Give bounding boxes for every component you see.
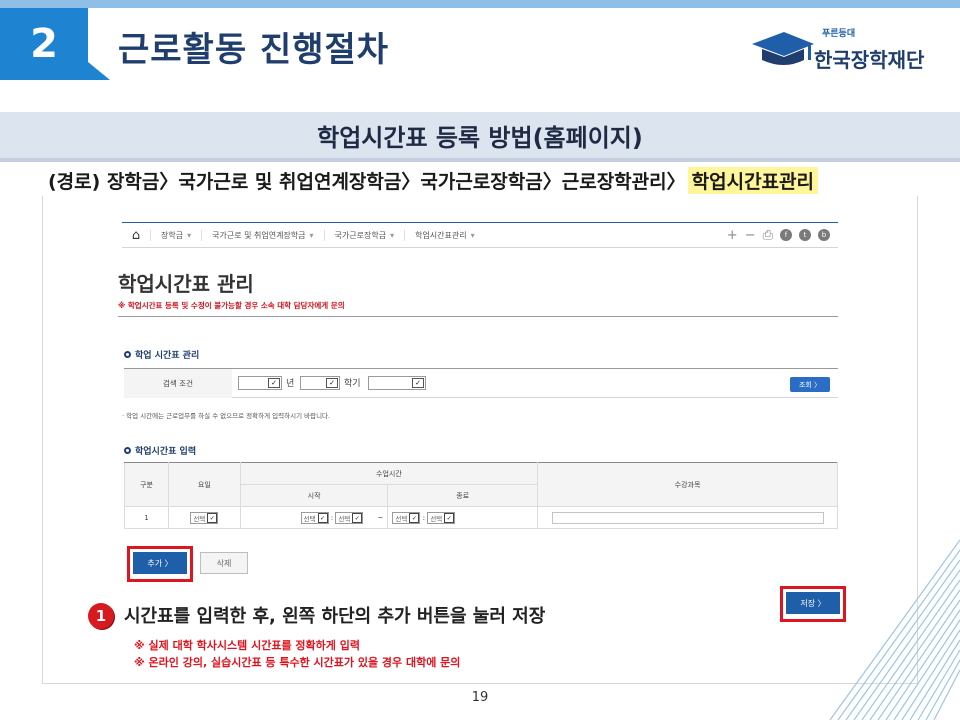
warning-line-2: ※ 온라인 강의, 실습시간표 등 특수한 시간표가 있을 경우 대학에 문의 [134,656,461,669]
top-strip [0,0,960,8]
add-button[interactable]: 추가 〉 [133,552,187,574]
chevron-down-icon: ✓ [444,512,455,523]
home-icon[interactable]: ⌂ [122,228,150,243]
day-select[interactable]: 선택 ✓ [190,511,219,524]
chevron-down-icon: ✓ [268,378,280,388]
course-input[interactable] [551,511,824,524]
header-division: 구분 [124,462,169,507]
search-label: 검색 조건 [124,369,232,398]
nav-crumb-timetable[interactable]: 학업시간표관리 ▾ [404,229,485,241]
zoom-out-icon[interactable]: − [745,228,756,243]
print-icon[interactable]: ⎙ [763,228,773,243]
section-number-notch [88,62,110,80]
diagonal-stripes-decoration [829,539,960,720]
day-cell: 선택 ✓ [167,506,241,529]
step-number-badge: 1 [88,603,114,629]
nav-crumb-work-scholarship[interactable]: 국가근로장학금 ▾ [323,229,405,241]
section-band-shadow [0,158,960,162]
term-select[interactable]: ✓ [300,376,340,390]
menu-path: (경로) 장학금〉국가근로 및 취업연계장학금〉국가근로장학금〉근로장학관리〉 … [48,164,818,196]
header-course: 수강과목 [537,462,838,507]
chevron-down-icon: ✓ [409,512,420,523]
header-start: 시작 [239,484,389,507]
twitter-icon[interactable]: t [799,229,811,241]
page-warning: ※ 학업시간표 등록 및 수정이 불가능할 경우 소속 대학 담당자에게 문의 [118,301,345,310]
kosaf-logo: 푸른등대 한국장학재단 [748,26,938,76]
facebook-icon[interactable]: f [780,229,792,241]
page-number: 19 [471,690,489,705]
heading-divider [118,316,838,317]
entry-section-title: 학업시간표 입력 [124,444,196,457]
term-suffix: 학기 [344,379,361,389]
page-title: 학업시간표 관리 [118,272,254,296]
timetable-table: 구분 요일 수업시간 수강과목 시작 종료 1 선택 ✓ 선택 ✓ : 선택 ✓ ~ … [124,462,838,529]
header-day: 요일 [167,462,241,507]
section-title: 학업시간표 등록 방법(홈페이지) [0,112,960,158]
time-colon: : [422,513,425,522]
year-suffix: 년 [286,379,295,389]
table-row: 1 선택 ✓ 선택 ✓ : 선택 ✓ ~ 선택 ✓ : 선택 ✓ [124,506,838,529]
chevron-down-icon: ▾ [309,230,314,240]
search-conditions: 검색 조건 ✓ 년 ✓ 학기 ✓ 조회 〉 [124,368,838,398]
bullet-ring-icon [124,447,131,454]
course-cell [537,506,838,529]
end-minute-select[interactable]: 선택 ✓ [427,511,456,524]
logo-name: 한국장학재단 [814,48,925,72]
time-tilde: ~ [377,513,384,522]
year-select[interactable]: ✓ [238,376,282,390]
graduation-cap-icon [752,32,814,65]
blog-icon[interactable]: b [818,229,830,241]
chevron-down-icon: ✓ [412,378,424,388]
zoom-in-icon[interactable]: + [727,228,738,243]
header-end: 종료 [387,484,539,507]
chevron-down-icon: ▾ [470,230,475,240]
start-minute-select[interactable]: 선택 ✓ [335,511,364,524]
nav-tools: + − ⎙ f t b [727,228,838,243]
breadcrumb-nav: ⌂ 장학금 ▾ 국가근로 및 취업연계장학금 ▾ 국가근로장학금 ▾ 학업시간표관리 ▾… [122,222,838,248]
nav-crumb-national-work[interactable]: 국가근로 및 취업연계장학금 ▾ [201,229,323,241]
header-class-time: 수업시간 [239,462,539,485]
nav-crumb-scholarship[interactable]: 장학금 ▾ [150,229,201,241]
delete-button[interactable]: 삭제 [200,552,248,574]
section-number: 2 [0,8,88,80]
time-colon: : [330,513,334,522]
slide-title: 근로활동 진행절차 [118,30,390,70]
extra-select[interactable]: ✓ [368,376,426,390]
end-time-cell: 선택 ✓ : 선택 ✓ [387,506,539,529]
chevron-down-icon: ✓ [207,512,218,523]
start-time-cell: 선택 ✓ : 선택 ✓ ~ [239,506,389,529]
menu-path-prefix: (경로) 장학금〉국가근로 및 취업연계장학금〉국가근로장학금〉근로장학관리〉 [48,170,686,193]
chevron-down-icon: ▾ [187,230,192,240]
search-note: · 학업 시간에는 근로업무를 하실 수 없으므로 정확하게 입력하시기 바랍니… [122,412,331,420]
chevron-down-icon: ✓ [326,378,338,388]
menu-path-highlight: 학업시간표관리 [687,166,818,194]
bullet-ring-icon [124,351,131,358]
warning-line-1: ※ 실제 대학 학사시스템 시간표를 정확하게 입력 [134,639,360,652]
lookup-button[interactable]: 조회 〉 [790,377,830,392]
chevron-down-icon: ▾ [390,230,395,240]
start-hour-select[interactable]: 선택 ✓ [300,511,329,524]
search-section-title: 학업 시간표 관리 [124,348,199,361]
chevron-down-icon: ✓ [317,512,328,523]
step-instruction: 시간표를 입력한 후, 왼쪽 하단의 추가 버튼을 눌러 저장 [124,606,546,627]
logo-tagline: 푸른등대 [822,29,856,39]
row-index: 1 [124,506,169,529]
chevron-down-icon: ✓ [352,512,363,523]
end-hour-select[interactable]: 선택 ✓ [392,511,421,524]
